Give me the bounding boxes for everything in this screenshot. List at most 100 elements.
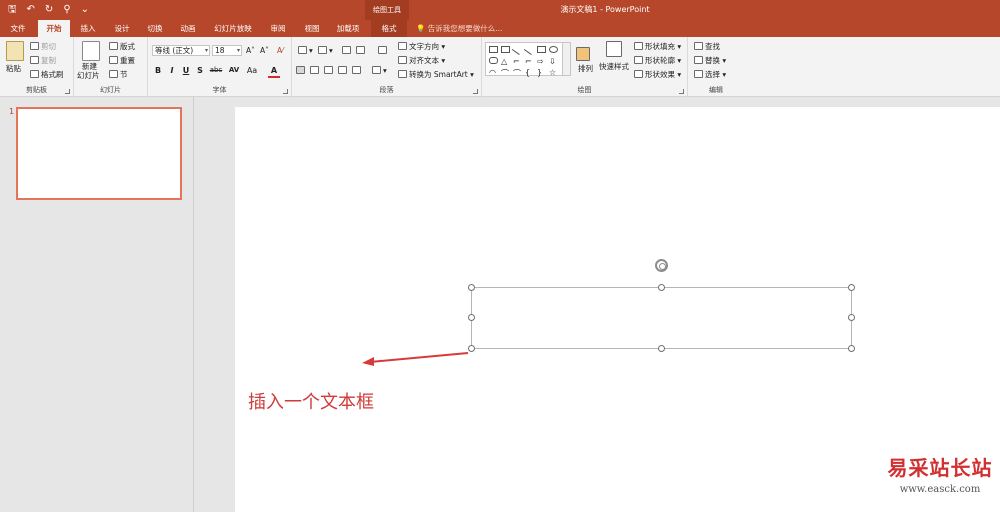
- font-launcher-icon[interactable]: [283, 89, 288, 94]
- text-box[interactable]: [471, 287, 852, 349]
- line-spacing-button[interactable]: [378, 45, 389, 56]
- paragraph-align-button[interactable]: ▾: [372, 65, 387, 76]
- brace-right-shape-icon[interactable]: }: [537, 68, 546, 77]
- shapes-gallery[interactable]: △ ⌐ ⌐ ⇨ ⇩ ◠ ⌒ ⌒ { } ☆: [485, 42, 563, 78]
- group-label-paragraph: 段落: [379, 86, 394, 94]
- customize-qat-icon[interactable]: ⌄: [81, 2, 89, 18]
- resize-handle-right[interactable]: [848, 314, 855, 321]
- reset-button[interactable]: 重置: [109, 55, 135, 66]
- paste-button[interactable]: 粘贴: [6, 63, 21, 74]
- shadow-button[interactable]: S: [194, 65, 206, 76]
- numbering-button[interactable]: ▾: [318, 45, 333, 56]
- elbow-connector-shape-icon[interactable]: ⌐: [513, 57, 522, 66]
- group-paragraph: ▾ ▾ ▾ 文字方向 ▾ 对齐文本 ▾ 转换为 SmartArt ▾ 段落: [292, 37, 482, 97]
- resize-handle-top-right[interactable]: [848, 284, 855, 291]
- down-arrow-shape-icon[interactable]: ⇩: [549, 57, 558, 66]
- reset-label: 重置: [120, 56, 135, 65]
- text-direction-button[interactable]: 文字方向 ▾: [398, 41, 445, 52]
- tab-slideshow[interactable]: 幻灯片放映: [208, 20, 258, 37]
- tab-addins[interactable]: 加载项: [332, 20, 364, 37]
- curve-shape-icon[interactable]: ⌒: [501, 68, 510, 78]
- grow-font-button[interactable]: A˄: [246, 45, 255, 56]
- brace-left-shape-icon[interactable]: {: [525, 68, 534, 77]
- star-shape-icon[interactable]: ☆: [549, 68, 558, 77]
- tab-insert[interactable]: 插入: [74, 20, 102, 37]
- textbox-shape-icon[interactable]: [489, 46, 498, 53]
- tab-animations[interactable]: 动画: [174, 20, 202, 37]
- right-arrow-shape-icon[interactable]: ⇨: [537, 57, 546, 66]
- resize-handle-bottom[interactable]: [658, 345, 665, 352]
- quick-styles-button[interactable]: [606, 41, 624, 59]
- rounded-rect-shape-icon[interactable]: [489, 57, 498, 64]
- tab-view[interactable]: 视图: [298, 20, 326, 37]
- change-case-button[interactable]: Aa: [244, 65, 260, 76]
- underline-button[interactable]: U: [180, 65, 192, 76]
- resize-handle-bottom-right[interactable]: [848, 345, 855, 352]
- tab-review[interactable]: 审阅: [264, 20, 292, 37]
- arrow-shape-icon[interactable]: [523, 44, 536, 55]
- align-right-button[interactable]: [324, 65, 335, 76]
- font-size-select[interactable]: 18: [212, 45, 242, 56]
- shrink-font-button[interactable]: A˅: [260, 45, 269, 56]
- triangle-shape-icon[interactable]: △: [501, 57, 510, 66]
- oval-shape-icon[interactable]: [549, 46, 558, 53]
- strikethrough-button[interactable]: abc: [208, 65, 224, 76]
- line-shape-icon[interactable]: [511, 44, 524, 55]
- paragraph-launcher-icon[interactable]: [473, 89, 478, 94]
- align-left-button[interactable]: [296, 65, 307, 76]
- drawing-launcher-icon[interactable]: [679, 89, 684, 94]
- shape-effects-button[interactable]: 形状效果 ▾: [634, 69, 681, 80]
- font-color-button[interactable]: A: [268, 65, 280, 78]
- clear-format-button[interactable]: A⁄: [277, 45, 283, 56]
- shapes-gallery-scroll[interactable]: [563, 42, 571, 76]
- font-name-select[interactable]: 等线 (正文): [152, 45, 210, 56]
- resize-handle-top-left[interactable]: [468, 284, 475, 291]
- resize-handle-left[interactable]: [468, 314, 475, 321]
- decrease-indent-button[interactable]: [342, 45, 353, 56]
- clipboard-launcher-icon[interactable]: [65, 89, 70, 94]
- tell-me-search[interactable]: 💡 告诉我您想要做什么...: [416, 20, 502, 37]
- columns-button[interactable]: [352, 65, 363, 76]
- select-button[interactable]: 选择 ▾: [694, 69, 726, 80]
- char-spacing-button[interactable]: AV: [226, 65, 242, 76]
- tab-home[interactable]: 开始: [38, 20, 70, 37]
- vertical-textbox-shape-icon[interactable]: [501, 46, 510, 53]
- align-text-button[interactable]: 对齐文本 ▾: [398, 55, 445, 66]
- line-spacing-icon: [378, 46, 387, 54]
- touch-mode-icon[interactable]: ⚲: [63, 2, 70, 18]
- copy-button[interactable]: 复制: [30, 55, 56, 66]
- shape-outline-button[interactable]: 形状轮廓 ▾: [634, 55, 681, 66]
- cut-button[interactable]: 剪切: [30, 41, 56, 52]
- find-button[interactable]: 查找: [694, 41, 720, 52]
- tab-file[interactable]: 文件: [4, 20, 32, 37]
- format-painter-button[interactable]: 格式刷: [30, 69, 64, 80]
- new-slide-button-line2[interactable]: 幻灯片: [77, 70, 100, 81]
- increase-indent-button[interactable]: [356, 45, 367, 56]
- convert-smartart-button[interactable]: 转换为 SmartArt ▾: [398, 69, 474, 80]
- rectangle-shape-icon[interactable]: [537, 46, 546, 53]
- undo-icon[interactable]: ↶: [27, 2, 35, 18]
- bullets-button[interactable]: ▾: [298, 45, 313, 56]
- rotate-handle-icon[interactable]: [655, 259, 668, 272]
- bold-button[interactable]: B: [152, 65, 164, 76]
- tab-transitions[interactable]: 切换: [141, 20, 169, 37]
- align-text-label: 对齐文本: [409, 56, 439, 65]
- resize-handle-top[interactable]: [658, 284, 665, 291]
- slide-thumbnail[interactable]: [16, 107, 182, 200]
- replace-button[interactable]: 替换 ▾: [694, 55, 726, 66]
- freeform-shape-icon[interactable]: ◠: [489, 68, 498, 77]
- tab-format[interactable]: 格式: [371, 20, 407, 37]
- italic-button[interactable]: I: [166, 65, 178, 76]
- layout-button[interactable]: 版式: [109, 41, 135, 52]
- tab-design[interactable]: 设计: [108, 20, 136, 37]
- shape-fill-button[interactable]: 形状填充 ▾: [634, 41, 681, 52]
- justify-button[interactable]: [338, 65, 349, 76]
- arrange-button[interactable]: [576, 47, 592, 63]
- elbow-arrow-shape-icon[interactable]: ⌐: [525, 57, 534, 66]
- document-title: 演示文稿1 - PowerPoint: [560, 5, 650, 14]
- redo-icon[interactable]: ↻: [45, 2, 53, 18]
- align-center-button[interactable]: [310, 65, 321, 76]
- save-icon[interactable]: 🖫: [8, 2, 17, 18]
- arc-shape-icon[interactable]: ⌒: [513, 68, 522, 78]
- section-button[interactable]: 节: [109, 69, 128, 80]
